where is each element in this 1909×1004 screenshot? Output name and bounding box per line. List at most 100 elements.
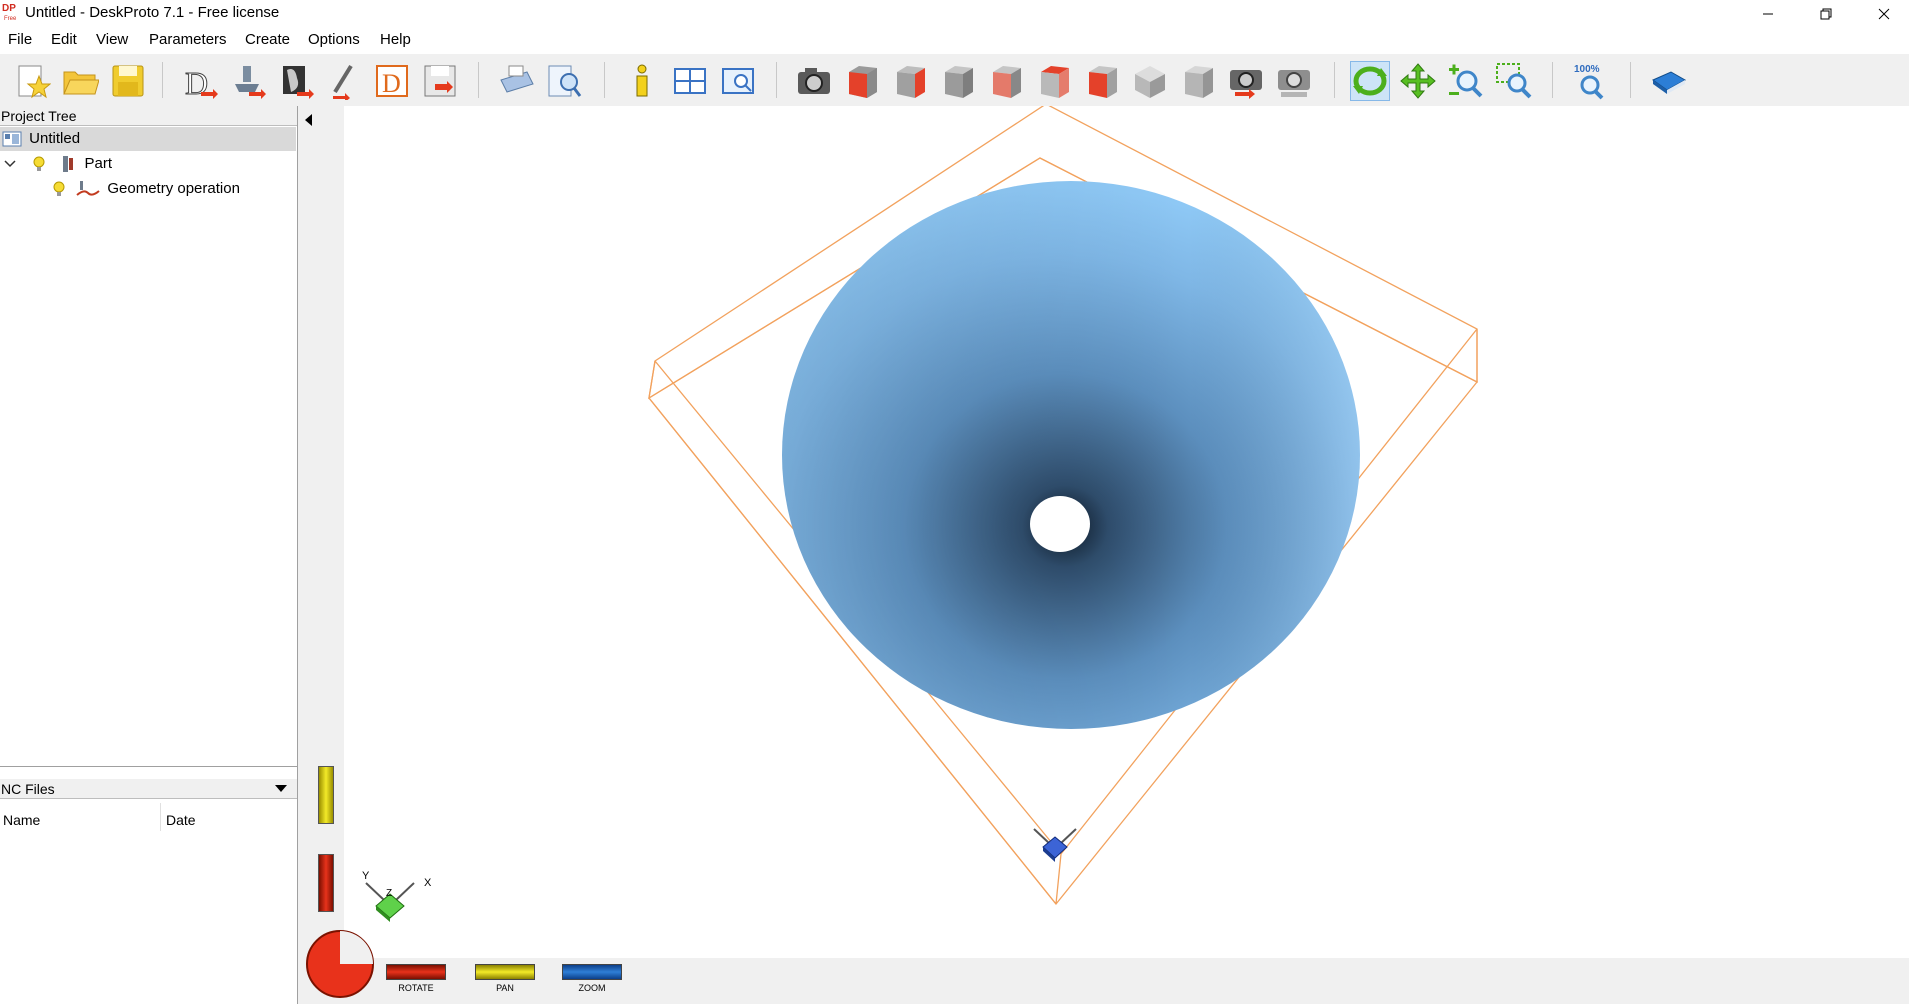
minimize-button[interactable]: [1740, 0, 1796, 27]
menu-view[interactable]: View: [96, 31, 128, 48]
print-icon: [500, 65, 534, 93]
close-button[interactable]: [1856, 0, 1909, 27]
pan-slider-vertical[interactable]: [318, 766, 334, 824]
camera-store-icon: [1278, 70, 1310, 97]
create-nc-button[interactable]: D: [372, 61, 412, 101]
view-top-button[interactable]: [1034, 61, 1074, 101]
restore-button[interactable]: [1798, 0, 1854, 27]
info-button[interactable]: [622, 61, 662, 101]
view-iso-2-icon: [1185, 66, 1213, 98]
new-project-button[interactable]: [12, 61, 52, 101]
save-project-button[interactable]: [108, 61, 148, 101]
viewport-canvas[interactable]: Y X Z: [344, 103, 1909, 958]
camera-store-button[interactable]: [1274, 61, 1314, 101]
tree-item-part[interactable]: Part: [2, 152, 112, 176]
view-right-button[interactable]: [986, 61, 1026, 101]
tree-item-label: Geometry operation: [107, 180, 240, 197]
view-iso-button[interactable]: [1130, 61, 1170, 101]
operation-parameters-button[interactable]: [276, 61, 316, 101]
rotate-mode-icon: [1353, 66, 1387, 96]
open-project-button[interactable]: [60, 61, 100, 101]
load-geometry-button[interactable]: D: [180, 61, 220, 101]
toolbar-separator: [1552, 62, 1553, 98]
print-button[interactable]: [496, 61, 536, 101]
toolbar-separator: [1630, 62, 1631, 98]
chevron-down-icon[interactable]: [2, 156, 18, 172]
part-parameters-button[interactable]: [228, 61, 268, 101]
zoom-window-icon: [1496, 63, 1532, 99]
nc-files-header[interactable]: NC Files: [0, 779, 297, 799]
window-layout-button[interactable]: [670, 61, 710, 101]
cutter-parameters-button[interactable]: [324, 61, 364, 101]
3d-viewport[interactable]: Y X Z: [344, 103, 1909, 958]
view-left-icon: [945, 66, 973, 98]
tree-item-geometry-operation[interactable]: Geometry operation: [50, 177, 240, 201]
lightbulb-icon[interactable]: [30, 155, 48, 173]
lightbulb-icon[interactable]: [50, 180, 68, 198]
zoom-mode-icon: [1449, 64, 1483, 98]
toolbar-separator: [776, 62, 777, 98]
zoom-slider[interactable]: [562, 964, 622, 980]
dropdown-arrow-icon[interactable]: [275, 785, 287, 793]
toolbar-separator: [1334, 62, 1335, 98]
view-left-button[interactable]: [938, 61, 978, 101]
print-preview-icon: [548, 65, 582, 97]
help-book-icon: [1651, 71, 1687, 94]
minimize-icon: [1763, 13, 1773, 14]
rotate-dial-icon[interactable]: [304, 928, 376, 998]
axis-triad: Y X Z: [362, 870, 432, 922]
view-window-button[interactable]: [718, 61, 758, 101]
window-title: Untitled - DeskProto 7.1 - Free license: [25, 4, 280, 21]
origin-marker: [1033, 828, 1077, 862]
tree-item-untitled[interactable]: Untitled: [2, 127, 80, 151]
view-bottom-button[interactable]: [1082, 61, 1122, 101]
zoom-100-icon: 100%: [1574, 64, 1604, 100]
rotate-label: ROTATE: [398, 983, 434, 993]
pan-mode-button[interactable]: [1398, 61, 1438, 101]
rotate-slider[interactable]: [386, 964, 446, 980]
viewport-control-strip: ROTATE PAN ZOOM: [306, 930, 1909, 1004]
main-toolbar: D D 100%: [0, 54, 1909, 107]
pan-mode-icon: [1400, 63, 1436, 99]
load-geometry-icon: D: [185, 65, 218, 100]
viewport-side-strip: [298, 106, 344, 1004]
view-right-icon: [993, 66, 1021, 98]
view-iso-2-button[interactable]: [1178, 61, 1218, 101]
title-bar: DP Free Untitled - DeskProto 7.1 - Free …: [0, 0, 1909, 27]
camera-button[interactable]: [794, 61, 834, 101]
pane-divider: [0, 766, 297, 767]
restore-icon: [1820, 8, 1832, 19]
zoom-window-button[interactable]: [1494, 61, 1534, 101]
menu-edit[interactable]: Edit: [51, 31, 77, 48]
view-back-icon: [897, 66, 925, 98]
collapse-arrow-icon[interactable]: [304, 114, 314, 126]
menu-file[interactable]: File: [8, 31, 32, 48]
pan-label: PAN: [496, 983, 514, 993]
view-bottom-icon: [1089, 66, 1117, 98]
funnel-hole: [1030, 496, 1090, 552]
axis-x-label: X: [424, 877, 432, 889]
rotate-slider-vertical[interactable]: [318, 854, 334, 912]
menu-parameters[interactable]: Parameters: [149, 31, 227, 48]
column-header-name[interactable]: Name: [3, 812, 40, 828]
nc-files-title: NC Files: [1, 781, 55, 797]
svg-text:DP: DP: [2, 3, 16, 14]
menu-help[interactable]: Help: [380, 31, 411, 48]
funnel-model: [782, 181, 1360, 729]
operation-parameters-icon: [283, 66, 314, 99]
view-back-button[interactable]: [890, 61, 930, 101]
toolbar-separator: [604, 62, 605, 98]
zoom-100-button[interactable]: 100%: [1570, 61, 1610, 101]
help-book-button[interactable]: [1648, 61, 1688, 101]
menu-create[interactable]: Create: [245, 31, 290, 48]
save-nc-button[interactable]: [420, 61, 460, 101]
column-divider[interactable]: [160, 803, 161, 831]
rotate-mode-button[interactable]: [1350, 61, 1390, 101]
view-front-button[interactable]: [842, 61, 882, 101]
zoom-mode-button[interactable]: [1446, 61, 1486, 101]
camera-restore-button[interactable]: [1226, 61, 1266, 101]
column-header-date[interactable]: Date: [166, 812, 196, 828]
pan-slider[interactable]: [475, 964, 535, 980]
menu-options[interactable]: Options: [308, 31, 360, 48]
print-preview-button[interactable]: [544, 61, 584, 101]
